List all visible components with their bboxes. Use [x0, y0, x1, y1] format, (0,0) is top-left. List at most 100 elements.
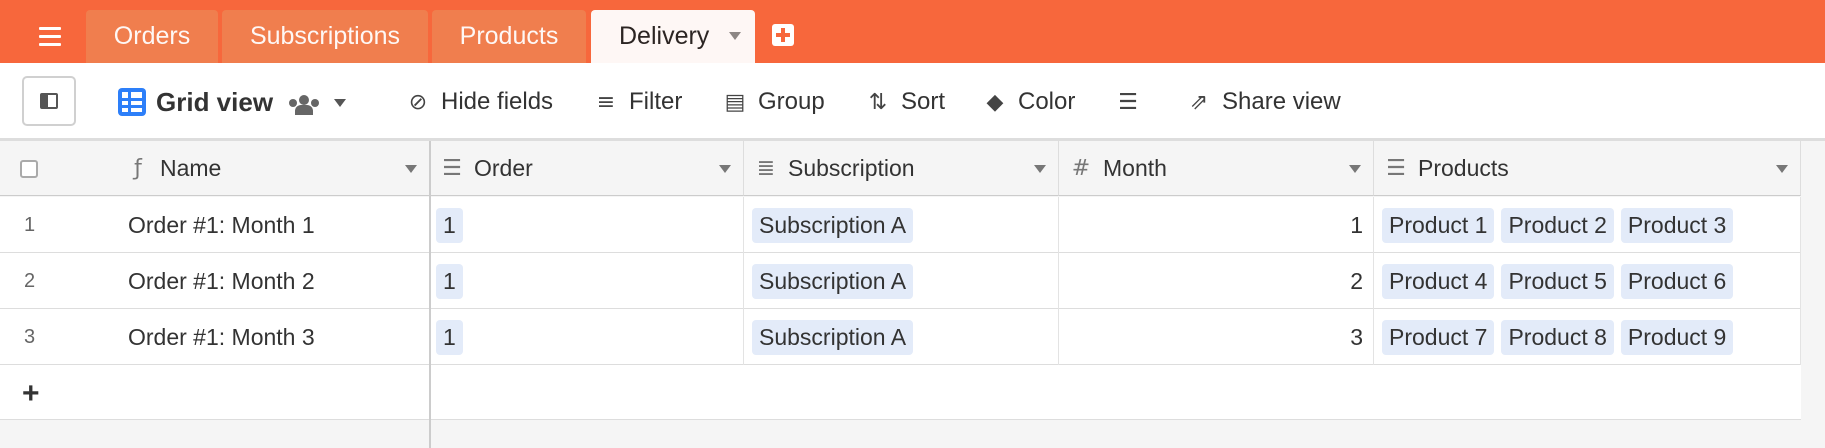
- cell-products[interactable]: Product 1 Product 2 Product 3: [1374, 197, 1801, 253]
- sidebar-toggle-button[interactable]: [22, 76, 76, 126]
- column-header-month[interactable]: # Month: [1059, 141, 1374, 196]
- add-table-icon[interactable]: [772, 24, 794, 46]
- column-label: Order: [474, 154, 533, 181]
- share-view-label: Share view: [1222, 88, 1341, 115]
- paint-bucket-icon: ◆: [986, 89, 1004, 115]
- view-menu-caret-icon[interactable]: [334, 99, 346, 107]
- tab-label: Delivery: [619, 22, 710, 50]
- cell-order[interactable]: 1: [430, 309, 744, 365]
- eye-slash-icon: ⊘: [408, 89, 428, 115]
- sort-label: Sort: [901, 88, 946, 115]
- group-icon: ▤: [724, 89, 746, 115]
- base-tab-bar: Orders Subscriptions Products Delivery: [0, 0, 1825, 63]
- view-switcher[interactable]: Grid view: [118, 63, 273, 141]
- tab-delivery[interactable]: Delivery: [591, 10, 755, 63]
- color-label: Color: [1018, 88, 1076, 115]
- name-value: Order #1: Month 2: [128, 267, 315, 294]
- tab-products[interactable]: Products: [432, 10, 586, 63]
- linked-record-chip[interactable]: Product 9: [1620, 319, 1734, 355]
- tab-label: Subscriptions: [249, 22, 401, 50]
- column-header-products[interactable]: ☰ Products: [1374, 141, 1801, 196]
- add-row-area[interactable]: +: [0, 365, 430, 420]
- sidebar-icon: [40, 93, 58, 109]
- collaborative-view-icon: [289, 93, 319, 115]
- cell-order[interactable]: 1: [430, 197, 744, 253]
- cell-subscription[interactable]: Subscription A: [744, 253, 1059, 309]
- linked-record-chip[interactable]: Product 6: [1620, 263, 1734, 299]
- share-view-button[interactable]: ⇗ Share view: [1186, 63, 1341, 141]
- group-label: Group: [758, 88, 825, 115]
- hide-fields-button[interactable]: ⊘ Hide fields: [405, 63, 553, 141]
- table-row[interactable]: 3 Order #1: Month 3 1 Subscription A 3 P…: [0, 309, 1801, 365]
- cell-subscription[interactable]: Subscription A: [744, 197, 1059, 253]
- column-label: Products: [1418, 154, 1509, 181]
- cell-month[interactable]: 1: [1059, 197, 1374, 253]
- month-value: 1: [1350, 211, 1363, 238]
- select-all-checkbox[interactable]: [20, 160, 38, 178]
- linked-record-chip[interactable]: Product 1: [1382, 207, 1495, 243]
- name-value: Order #1: Month 3: [128, 323, 315, 350]
- column-header-name[interactable]: ƒ Name: [0, 141, 430, 196]
- cell-month[interactable]: 3: [1059, 309, 1374, 365]
- hide-fields-label: Hide fields: [441, 88, 554, 115]
- linked-record-chip[interactable]: Product 8: [1501, 319, 1614, 355]
- table-row[interactable]: 2 Order #1: Month 2 1 Subscription A 2 P…: [0, 253, 1801, 309]
- linked-record-chip[interactable]: Product 3: [1620, 207, 1734, 243]
- row-height-button[interactable]: ☰: [1115, 63, 1141, 141]
- cell-subscription[interactable]: Subscription A: [744, 309, 1059, 365]
- group-button[interactable]: ▤ Group: [722, 63, 825, 141]
- cell-products[interactable]: Product 4 Product 5 Product 6: [1374, 253, 1801, 309]
- linked-record-chip[interactable]: Product 7: [1382, 319, 1495, 355]
- filter-label: Filter: [629, 88, 683, 115]
- column-header-subscription[interactable]: ≣ Subscription: [744, 141, 1059, 196]
- row-height-icon: ☰: [1118, 89, 1138, 115]
- lookup-chip: Subscription A: [752, 207, 914, 243]
- linked-record-chip[interactable]: 1: [436, 207, 463, 243]
- color-button[interactable]: ◆ Color: [982, 63, 1076, 141]
- lookup-chip: Subscription A: [752, 263, 914, 299]
- number-icon: #: [1071, 155, 1091, 181]
- chevron-down-icon[interactable]: [1776, 165, 1788, 173]
- formula-icon: ƒ: [134, 155, 142, 181]
- cell-name[interactable]: Order #1: Month 3: [0, 309, 430, 365]
- month-value: 2: [1350, 267, 1363, 294]
- sort-icon: ⇅: [868, 89, 888, 115]
- linked-record-chip[interactable]: Product 2: [1501, 207, 1614, 243]
- cell-order[interactable]: 1: [430, 253, 744, 309]
- share-icon: ⇗: [1189, 89, 1209, 115]
- add-row-icon[interactable]: +: [22, 377, 40, 411]
- tab-label: Products: [459, 22, 559, 50]
- link-icon: ☰: [442, 155, 462, 181]
- tab-menu-caret-icon[interactable]: [729, 32, 741, 40]
- linked-record-chip[interactable]: 1: [436, 263, 463, 299]
- cell-name[interactable]: Order #1: Month 2: [0, 253, 430, 309]
- cell-products[interactable]: Product 7 Product 8 Product 9: [1374, 309, 1801, 365]
- cell-month[interactable]: 2: [1059, 253, 1374, 309]
- tab-subscriptions[interactable]: Subscriptions: [222, 10, 428, 63]
- column-label: Name: [160, 154, 222, 181]
- name-value: Order #1: Month 1: [128, 211, 315, 238]
- lookup-chip: Subscription A: [752, 319, 914, 355]
- chevron-down-icon[interactable]: [1034, 165, 1046, 173]
- link-icon: ☰: [1386, 155, 1406, 181]
- add-row-filler: [430, 365, 1801, 420]
- table-row[interactable]: 1 Order #1: Month 1 1 Subscription A 1 P…: [0, 197, 1801, 253]
- cell-name[interactable]: Order #1: Month 1: [0, 197, 430, 253]
- tab-label: Orders: [113, 22, 191, 50]
- frozen-column-divider: [429, 141, 431, 448]
- tab-orders[interactable]: Orders: [86, 10, 218, 63]
- column-label: Subscription: [788, 154, 915, 181]
- lookup-icon: ≣: [756, 155, 776, 181]
- linked-record-chip[interactable]: 1: [436, 319, 463, 355]
- sort-button[interactable]: ⇅ Sort: [865, 63, 945, 141]
- chevron-down-icon[interactable]: [1349, 165, 1361, 173]
- filter-button[interactable]: ≡ Filter: [593, 63, 683, 141]
- chevron-down-icon[interactable]: [405, 165, 417, 173]
- view-toolbar: Grid view ⊘ Hide fields ≡ Filter ▤ Group…: [0, 63, 1825, 141]
- month-value: 3: [1350, 323, 1363, 350]
- menu-icon[interactable]: [26, 14, 74, 58]
- chevron-down-icon[interactable]: [719, 165, 731, 173]
- linked-record-chip[interactable]: Product 5: [1501, 263, 1614, 299]
- linked-record-chip[interactable]: Product 4: [1382, 263, 1495, 299]
- column-header-order[interactable]: ☰ Order: [430, 141, 744, 196]
